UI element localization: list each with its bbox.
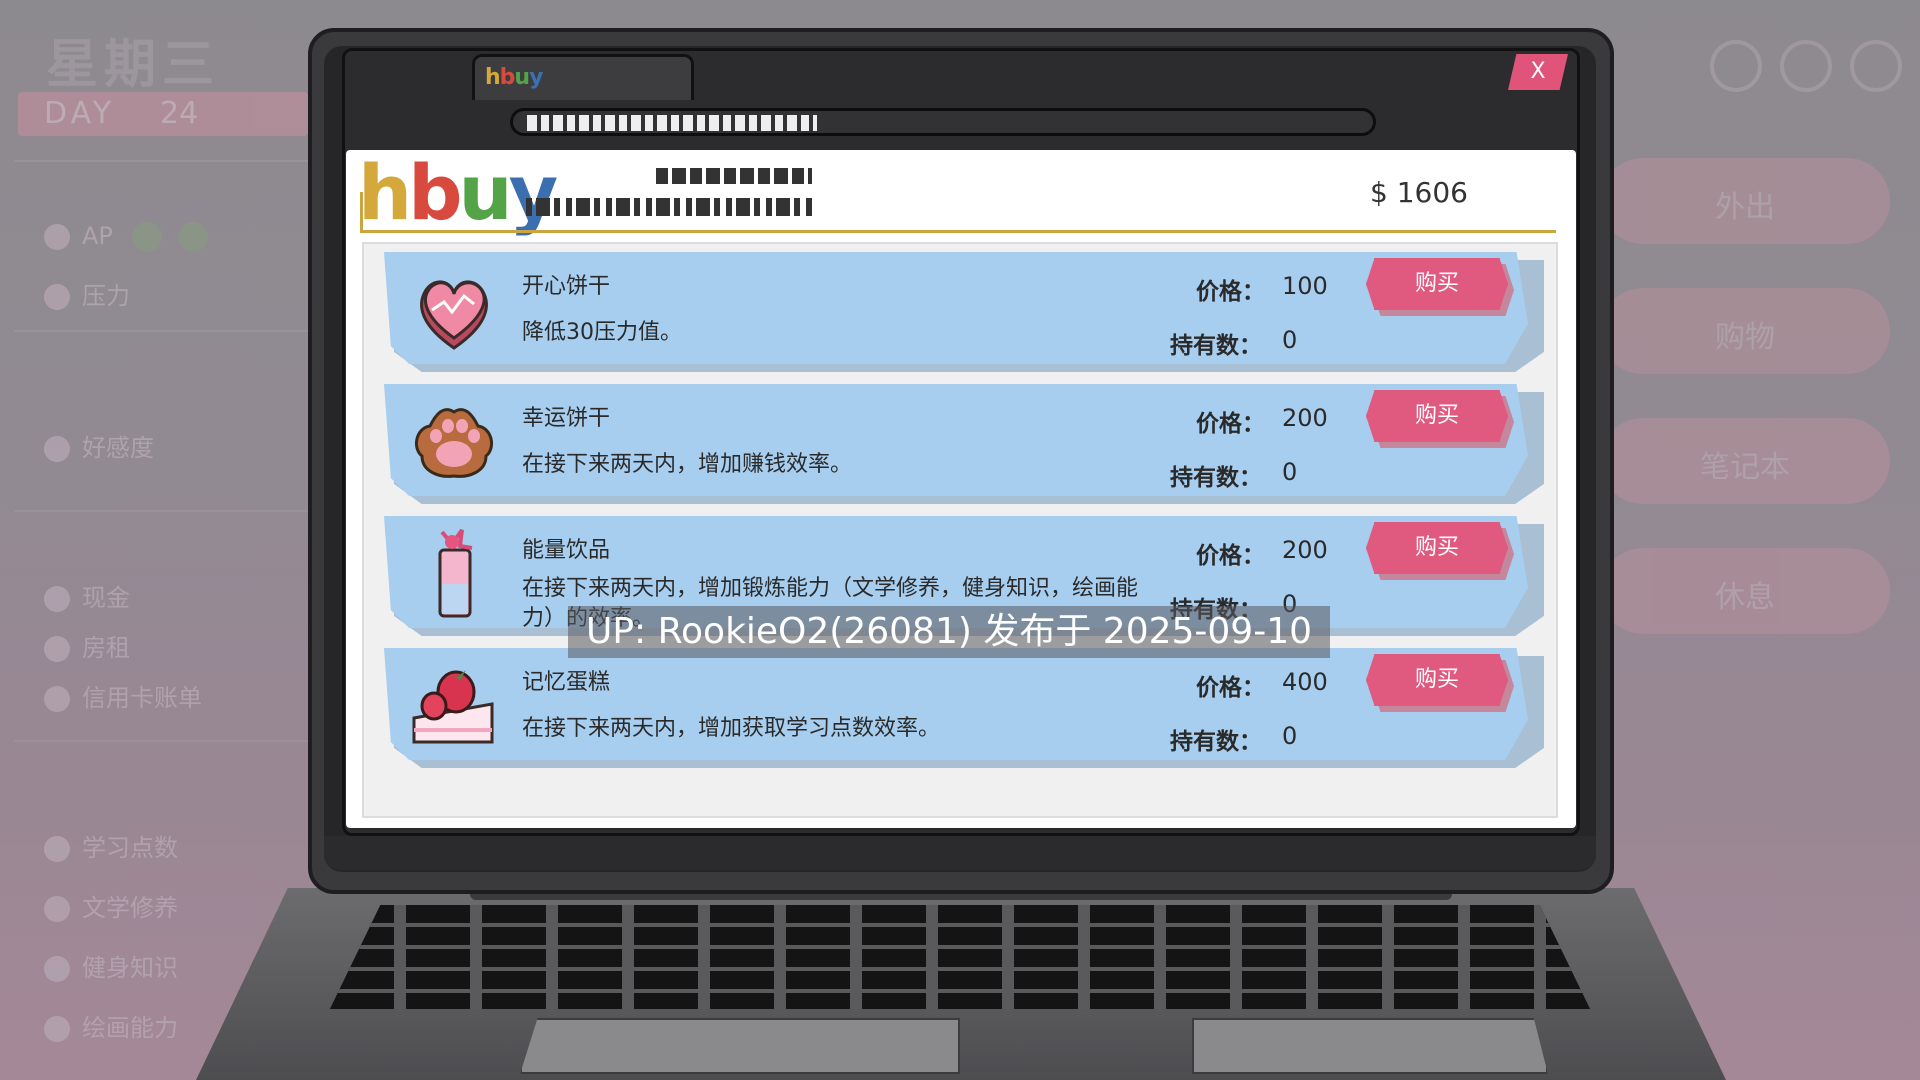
- stat-literature: 文学修养: [44, 888, 178, 923]
- product-name: 开心饼干: [522, 274, 611, 299]
- logo-letter: b: [408, 148, 462, 237]
- save-icon: [1780, 40, 1832, 92]
- pencil-icon: [44, 836, 70, 862]
- stress-icon: [44, 284, 70, 310]
- stat-affection: 好感度: [44, 428, 154, 463]
- redacted-text: [656, 168, 812, 184]
- stat-ap: AP: [44, 222, 113, 250]
- product-item: 开心饼干 降低30压力值。 价格： 100 持有数： 0 购买: [384, 252, 1544, 372]
- browser-tab[interactable]: hbuy: [472, 54, 694, 100]
- paw-cookie-icon: [412, 398, 496, 482]
- credit-card-icon: [44, 686, 70, 712]
- product-description: 在接下来两天内，增加赚钱效率。: [522, 452, 853, 477]
- price-label: 价格：: [1196, 411, 1265, 437]
- settings-icon: [1710, 40, 1762, 92]
- stat-rent: 房租: [44, 628, 130, 663]
- product-description: 在接下来两天内，增加获取学习点数效率。: [522, 716, 941, 741]
- strawberry-cake-icon: [408, 662, 498, 746]
- product-name: 幸运饼干: [522, 406, 611, 431]
- day-label: DAY: [44, 96, 116, 131]
- action-go-out: 外出: [1600, 158, 1890, 244]
- price-label: 价格：: [1196, 675, 1265, 701]
- house-icon: [44, 636, 70, 662]
- gear-icon: [1850, 40, 1902, 92]
- stat-fitness: 健身知识: [44, 948, 178, 983]
- ap-dot: [178, 222, 208, 252]
- price-value: 200: [1282, 404, 1328, 432]
- price-value: 200: [1282, 536, 1328, 564]
- keyboard-rows: [330, 905, 1590, 1009]
- price-label: 价格：: [1196, 543, 1265, 569]
- redacted-url: [527, 115, 817, 131]
- price-label: 价格：: [1196, 279, 1265, 305]
- product-item: 记忆蛋糕 在接下来两天内，增加获取学习点数效率。 价格： 400 持有数： 0 …: [384, 648, 1544, 768]
- buy-button[interactable]: 购买: [1366, 390, 1508, 442]
- stat-credit-card: 信用卡账单: [44, 678, 202, 713]
- header-underline: [360, 230, 1556, 233]
- product-name: 能量饮品: [522, 538, 611, 563]
- buy-button[interactable]: 购买: [1366, 522, 1508, 574]
- day-number: 24: [160, 96, 199, 131]
- logo-letter: u: [458, 148, 513, 237]
- bezel-bottom: [324, 836, 1596, 870]
- divider: [14, 740, 314, 742]
- lightning-icon: [44, 224, 70, 250]
- ap-dot: [132, 222, 162, 252]
- divider: [14, 330, 314, 332]
- divider: [14, 160, 314, 162]
- address-bar[interactable]: [510, 108, 1376, 136]
- header-accent: [360, 192, 363, 232]
- redacted-text: [526, 198, 812, 216]
- book-icon: [44, 896, 70, 922]
- action-rest: 休息: [1600, 548, 1890, 634]
- stat-cash: 现金: [44, 578, 130, 613]
- product-name: 记忆蛋糕: [522, 670, 611, 695]
- logo-letter: y: [508, 148, 559, 237]
- dollar-icon: [44, 586, 70, 612]
- price-value: 400: [1282, 668, 1328, 696]
- money-display: $ 1606: [1370, 176, 1468, 209]
- palette-icon: [44, 1016, 70, 1042]
- close-button[interactable]: X: [1508, 54, 1568, 90]
- owned-label: 持有数：: [1170, 729, 1262, 755]
- buy-button[interactable]: 购买: [1366, 654, 1508, 706]
- stat-painting: 绘画能力: [44, 1008, 178, 1043]
- price-value: 100: [1282, 272, 1328, 300]
- product-item: 幸运饼干 在接下来两天内，增加赚钱效率。 价格： 200 持有数： 0 购买: [384, 384, 1544, 504]
- heart-icon: [44, 436, 70, 462]
- buy-button[interactable]: 购买: [1366, 258, 1508, 310]
- stat-stress: 压力: [44, 276, 130, 311]
- weekday-title: 星期三: [46, 35, 221, 95]
- site-logo: hbuy: [358, 148, 559, 237]
- action-shopping: 购物: [1600, 288, 1890, 374]
- owned-value: 0: [1282, 458, 1298, 486]
- owned-label: 持有数：: [1170, 465, 1262, 491]
- product-description: 降低30压力值。: [522, 320, 682, 345]
- heart-cookie-icon: [412, 266, 496, 350]
- stat-study-points: 学习点数: [44, 828, 178, 863]
- left-trackpad: [520, 1018, 960, 1074]
- action-notebook: 笔记本: [1600, 418, 1890, 504]
- tab-logo: hbuy: [485, 65, 543, 90]
- uploader-watermark: UP: RookieO2(26081) 发布于 2025-09-10: [568, 606, 1330, 658]
- energy-drink-icon: [412, 524, 496, 618]
- owned-label: 持有数：: [1170, 333, 1262, 359]
- owned-value: 0: [1282, 722, 1298, 750]
- right-trackpad: [1192, 1018, 1548, 1074]
- dumbbell-icon: [44, 956, 70, 982]
- logo-letter: h: [358, 148, 412, 237]
- owned-value: 0: [1282, 326, 1298, 354]
- divider: [14, 510, 314, 512]
